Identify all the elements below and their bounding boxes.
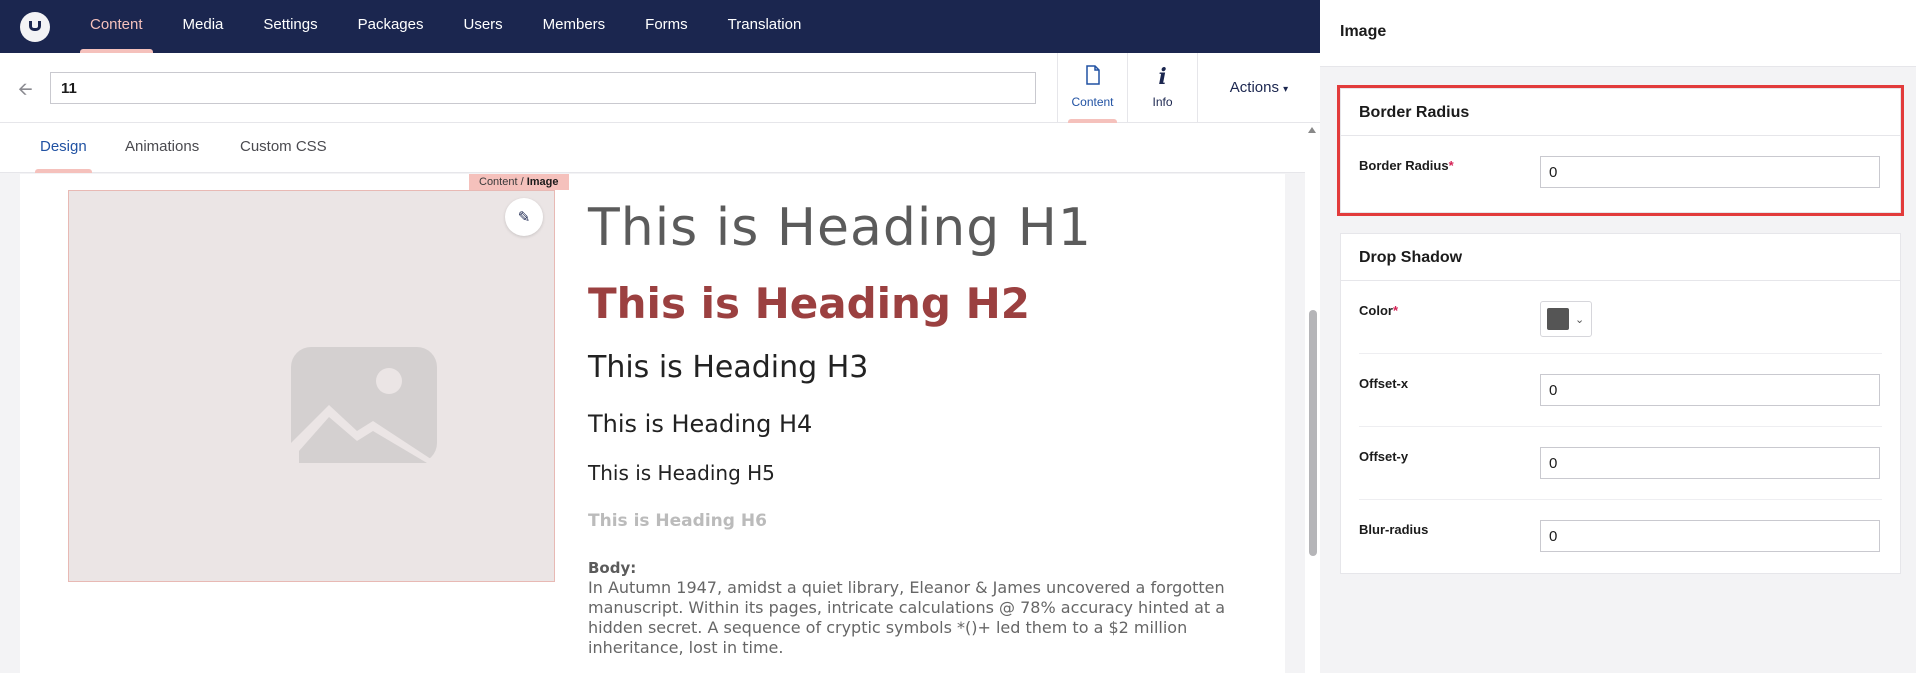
back-arrow-icon[interactable]: 🡨	[18, 77, 33, 107]
scroll-up-icon[interactable]	[1308, 127, 1316, 133]
drop-shadow-title: Drop Shadow	[1341, 234, 1900, 281]
panel-header: Image	[1320, 0, 1916, 67]
nav-item-media[interactable]: Media	[163, 0, 244, 53]
edit-image-button[interactable]: ✎	[505, 198, 543, 236]
umbraco-logo[interactable]	[20, 11, 50, 42]
caret-down-icon: ▾	[1283, 84, 1289, 95]
tab-animations[interactable]: Animations	[125, 123, 199, 173]
nav-item-forms[interactable]: Forms	[625, 0, 708, 53]
canvas-scrollbar[interactable]	[1305, 123, 1320, 673]
offset-x-label: Offset-x	[1359, 376, 1409, 391]
pencil-icon: ✎	[517, 209, 531, 226]
offset-y-input[interactable]	[1540, 447, 1880, 479]
preview-page: Content / Image ✎ This is Heading H1 Thi…	[20, 174, 1285, 673]
body-label: Body:	[588, 559, 637, 577]
drop-shadow-card: Drop Shadow Color* ⌄ Offset-x Offset-y B…	[1340, 233, 1901, 574]
blur-radius-row: Blur-radius	[1359, 500, 1882, 573]
image-settings-panel: Image Border Radius Border Radius* Drop …	[1320, 0, 1916, 673]
actions-label: Actions	[1229, 79, 1279, 96]
design-tabs: Design Animations Custom CSS	[0, 123, 1320, 173]
required-marker: *	[1448, 158, 1454, 173]
node-name-input[interactable]	[50, 72, 1036, 104]
tab-custom-css[interactable]: Custom CSS	[240, 123, 327, 173]
nav-item-translation[interactable]: Translation	[708, 0, 822, 53]
body-text: In Autumn 1947, amidst a quiet library, …	[588, 578, 1226, 657]
required-marker: *	[1392, 303, 1399, 318]
nav-item-members[interactable]: Members	[523, 0, 626, 53]
offset-x-input[interactable]	[1540, 374, 1880, 406]
editor-header: 🡨 Content i Info Actions ▾	[0, 53, 1320, 123]
heading-h5: This is Heading H5	[588, 461, 775, 485]
chevron-down-icon: ⌄	[1575, 313, 1585, 326]
image-placeholder-icon	[291, 347, 437, 468]
block-breadcrumb: Content / Image	[469, 174, 569, 190]
breadcrumb-current: Image	[526, 176, 559, 188]
color-picker[interactable]: ⌄	[1540, 301, 1592, 337]
color-row: Color* ⌄	[1359, 281, 1882, 354]
top-navigation: Content Media Settings Packages Users Me…	[0, 0, 1320, 53]
image-block[interactable]: ✎	[68, 190, 555, 582]
border-radius-input[interactable]	[1540, 156, 1880, 188]
border-radius-row: Border Radius*	[1359, 136, 1882, 212]
tab-design[interactable]: Design	[35, 123, 92, 173]
scrollbar-thumb[interactable]	[1309, 310, 1317, 556]
color-swatch	[1547, 308, 1569, 330]
border-radius-label: Border Radius*	[1359, 158, 1454, 173]
content-app-label: Content	[1071, 95, 1114, 109]
info-app-label: Info	[1152, 95, 1173, 109]
nav-item-packages[interactable]: Packages	[338, 0, 444, 53]
blur-radius-label: Blur-radius	[1359, 522, 1429, 537]
preview-canvas: Content / Image ✎ This is Heading H1 Thi…	[0, 174, 1305, 673]
tab-content-app[interactable]: Content	[1057, 53, 1127, 123]
nav-item-content[interactable]: Content	[70, 0, 163, 53]
document-icon	[1058, 65, 1127, 89]
border-radius-title: Border Radius	[1341, 89, 1900, 136]
heading-h6: This is Heading H6	[588, 511, 767, 531]
tab-info-app[interactable]: i Info	[1127, 53, 1197, 123]
panel-title: Image	[1340, 23, 1387, 40]
actions-dropdown[interactable]: Actions ▾	[1197, 53, 1320, 123]
heading-h2: This is Heading H2	[588, 279, 1030, 328]
color-label: Color*	[1359, 303, 1399, 318]
blur-radius-input[interactable]	[1540, 520, 1880, 552]
heading-h1: This is Heading H1	[588, 198, 1092, 258]
border-radius-card: Border Radius Border Radius*	[1337, 85, 1904, 216]
breadcrumb-parent: Content /	[479, 176, 527, 188]
nav-item-settings[interactable]: Settings	[243, 0, 337, 53]
nav-item-users[interactable]: Users	[443, 0, 522, 53]
info-icon: i	[1158, 64, 1167, 90]
offset-y-label: Offset-y	[1359, 449, 1409, 464]
offset-y-row: Offset-y	[1359, 427, 1882, 500]
heading-h4: This is Heading H4	[588, 410, 813, 438]
heading-h3: This is Heading H3	[588, 350, 869, 385]
offset-x-row: Offset-x	[1359, 354, 1882, 427]
